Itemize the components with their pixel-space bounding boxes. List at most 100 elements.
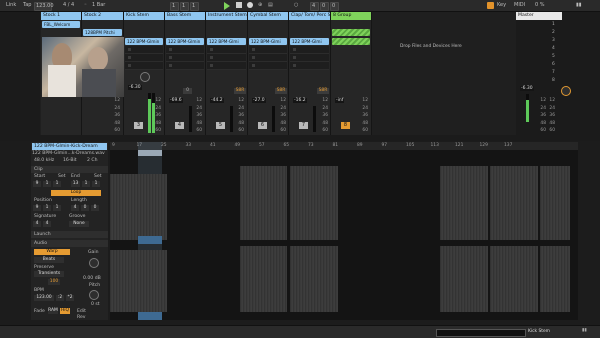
track-header[interactable]: Clap/ Tom/ Perc S	[289, 12, 330, 20]
empty-clip-slot[interactable]	[290, 54, 329, 62]
ram-toggle[interactable]: RAM	[48, 308, 58, 314]
midi-map-button[interactable]: MIDI	[514, 2, 525, 8]
loop-length-bar[interactable]: 0	[320, 2, 329, 11]
transpose-knob[interactable]	[89, 290, 99, 300]
draw-mode-icon[interactable]	[487, 2, 494, 9]
group-slot[interactable]	[332, 38, 370, 45]
volume-field[interactable]: -44.2	[210, 98, 224, 103]
track-activator[interactable]: 5	[216, 122, 225, 129]
launch-section-header[interactable]: Launch	[31, 231, 108, 238]
empty-clip-slot[interactable]	[125, 46, 163, 54]
sample-file-name[interactable]: 122 BPM-Glmin...k-Dreams.wav	[32, 151, 107, 156]
track-header[interactable]: Kick Stem	[124, 12, 164, 20]
loop-brace[interactable]	[138, 150, 162, 156]
clip-slot[interactable]: 128BPM Pitchi	[83, 29, 122, 36]
pitch-value[interactable]: 0 st	[91, 302, 107, 307]
beat-time-ruler[interactable]: 9 17 25 33 41 49 57 65 73 81 89 97 105 113 121 129 137	[110, 142, 578, 150]
audio-section-header[interactable]: Audio	[31, 240, 108, 247]
end-bar-field[interactable]: 13	[71, 181, 80, 187]
scene-launch-button[interactable]: 7	[552, 70, 555, 75]
volume-field[interactable]: -16.2	[293, 98, 307, 103]
clip-slot[interactable]: FBL_Welcom	[42, 21, 80, 28]
play-button[interactable]	[224, 2, 230, 10]
track-header[interactable]: Cymbal Stem	[248, 12, 288, 20]
empty-clip-slot[interactable]	[166, 46, 204, 54]
gain-value[interactable]: 0.00 dB	[83, 276, 107, 281]
clip-slot[interactable]: 122 BPM-Glmin	[166, 38, 204, 45]
warp-toggle[interactable]: Warp	[34, 249, 70, 255]
key-map-button[interactable]: Key	[497, 2, 506, 8]
empty-clip-slot[interactable]	[207, 54, 246, 62]
scene-launch-button[interactable]: 8	[552, 78, 555, 83]
empty-clip-slot[interactable]	[290, 46, 329, 54]
empty-clip-slot[interactable]	[125, 62, 163, 70]
empty-clip-slot[interactable]	[249, 62, 287, 70]
volume-field[interactable]: -inf	[335, 98, 345, 103]
loop-toggle[interactable]: Loop	[51, 190, 101, 196]
groove-select[interactable]: None	[69, 221, 89, 227]
track-header[interactable]: Stock 1	[41, 12, 81, 20]
empty-clip-slot[interactable]	[207, 46, 246, 54]
metronome-icon[interactable]: ◦	[84, 2, 87, 8]
pan-knob[interactable]	[140, 72, 150, 82]
bpm-field[interactable]: 123.00	[34, 295, 54, 301]
empty-clip-slot[interactable]	[249, 54, 287, 62]
reverse-button[interactable]: Rev	[77, 315, 107, 320]
start-beat-field[interactable]: 1	[43, 181, 51, 187]
position-beat-field[interactable]: 1	[43, 205, 51, 211]
end-beat-field[interactable]: 1	[82, 181, 90, 187]
time-signature-field[interactable]: 4 / 4	[63, 2, 74, 8]
arrangement-pos-beat[interactable]: 1	[180, 2, 189, 11]
volume-field[interactable]: -27.0	[252, 98, 266, 103]
scene-launch-button[interactable]: 2	[552, 30, 555, 35]
clip-slot[interactable]: 122 BPM-Glmin	[125, 38, 163, 45]
position-bar-field[interactable]: 9	[33, 205, 41, 211]
position-sixteenth-field[interactable]: 1	[53, 205, 61, 211]
preserve-select[interactable]: Transients	[34, 271, 64, 277]
clip-slot[interactable]: 122 BPM-Glmi	[249, 38, 287, 45]
track-header[interactable]: Instrument Stem	[206, 12, 247, 20]
scene-launch-button[interactable]: 4	[552, 46, 555, 51]
overdub-icon[interactable]: ▤	[268, 2, 273, 8]
length-sixteenth-field[interactable]: 0	[91, 205, 99, 211]
sample-editor[interactable]: 9 17 25 33 41 49 57 65 73 81 89 97 105 113 121 129 137	[110, 142, 578, 320]
track-activator[interactable]: 6	[258, 122, 267, 129]
send-value[interactable]: S8R	[317, 88, 329, 94]
midi-track-icon[interactable]: ▮▮	[582, 328, 587, 333]
start-bar-field[interactable]: 9	[33, 181, 41, 187]
track-header[interactable]: 8 Group	[331, 12, 371, 20]
send-value[interactable]: S8R	[275, 88, 287, 94]
track-header[interactable]: Bass Stem	[165, 12, 205, 20]
start-sixteenth-field[interactable]: 1	[53, 181, 61, 187]
track-header[interactable]: Stock 2	[82, 12, 123, 20]
track-activator[interactable]: 4	[175, 122, 184, 129]
track-activator[interactable]: 3	[134, 122, 143, 129]
scene-launch-button[interactable]: 6	[552, 62, 555, 67]
signature-numerator[interactable]: 4	[33, 221, 41, 227]
tempo-field[interactable]: 123.00	[34, 2, 54, 11]
quantization-select[interactable]: 1 Bar	[92, 2, 105, 8]
overview-scrollbar[interactable]	[436, 329, 526, 337]
clip-section-header[interactable]: Clip	[31, 166, 108, 173]
end-sixteenth-field[interactable]: 1	[92, 181, 100, 187]
transient-envelope-field[interactable]: 100	[48, 279, 60, 285]
empty-clip-slot[interactable]	[166, 54, 204, 62]
volume-field[interactable]: -6.30	[128, 85, 142, 90]
empty-clip-slot[interactable]	[207, 62, 246, 70]
scene-launch-button[interactable]: 5	[552, 54, 555, 59]
warp-mode-select[interactable]: Beats	[34, 257, 64, 263]
edit-button[interactable]: Edit	[77, 309, 107, 314]
empty-clip-slot[interactable]	[249, 46, 287, 54]
loop-length-beat[interactable]: 0	[330, 2, 339, 11]
send-value[interactable]: S8R	[234, 88, 246, 94]
loop-icon[interactable]: ○	[294, 2, 298, 8]
volume-field[interactable]: -69.6	[169, 98, 183, 103]
scene-launch-button[interactable]: 1	[552, 22, 555, 27]
hiq-toggle[interactable]: HiQ	[60, 308, 70, 314]
clip-name[interactable]: 122 BPM-Glmin-Kick-Dream	[32, 143, 107, 150]
group-slot[interactable]	[332, 29, 370, 36]
master-track-header[interactable]: Master	[516, 12, 562, 20]
arrangement-pos-bar[interactable]: 1	[170, 2, 179, 11]
track-activator[interactable]: 7	[299, 122, 308, 129]
loop-start-field[interactable]: 4	[310, 2, 319, 11]
